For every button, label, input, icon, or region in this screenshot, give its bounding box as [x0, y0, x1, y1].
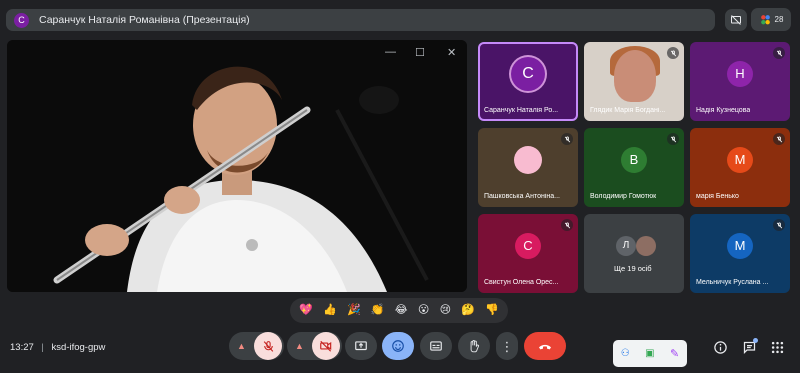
- more-options-button[interactable]: ⋮: [496, 332, 518, 360]
- stop-presenting-button[interactable]: [725, 9, 747, 31]
- participant-name: Саранчук Наталія Ро...: [484, 107, 559, 114]
- meeting-info: 13:27 | ksd-ifog-gpw: [10, 342, 105, 353]
- muted-mic-icon: [773, 219, 785, 231]
- participant-name: Глядик Марія Богдані...: [590, 107, 666, 114]
- activities-button[interactable]: [770, 340, 785, 360]
- companion-apps: ⚇ ▣ ✎: [613, 340, 687, 367]
- participant-count: 28: [774, 15, 784, 24]
- participant-name: Ще 19 осіб: [614, 264, 652, 273]
- reaction-thinking[interactable]: 🤔: [461, 305, 475, 316]
- camera-off-icon: [320, 340, 332, 352]
- reactions-bar: 💖 👍 🎉 👏 😂 😮 😢 🤔 👎: [290, 298, 508, 323]
- close-icon[interactable]: ✕: [447, 46, 456, 59]
- participant-avatar: М: [727, 146, 753, 173]
- apps-grid-icon: [771, 341, 784, 354]
- muted-mic-icon: [773, 47, 785, 59]
- separator: |: [41, 342, 44, 353]
- reaction-clap[interactable]: 👏: [371, 305, 385, 316]
- reaction-sad[interactable]: 😢: [440, 305, 451, 316]
- reaction-laugh[interactable]: 😂: [395, 305, 408, 316]
- flutist-video: [7, 40, 467, 292]
- breakout-icon[interactable]: ⚇: [621, 348, 630, 359]
- participant-photo-avatar: [636, 235, 656, 256]
- reaction-thumbs-up[interactable]: 👍: [323, 305, 337, 316]
- meeting-time: 13:27: [10, 342, 34, 353]
- info-icon: [714, 341, 727, 354]
- participant-photo-avatar: [514, 145, 542, 174]
- participant-avatar: Н: [727, 60, 753, 87]
- maximize-icon[interactable]: ☐: [415, 46, 425, 59]
- emoji-button[interactable]: [382, 332, 414, 360]
- muted-mic-icon: [773, 133, 785, 145]
- reaction-surprised[interactable]: 😮: [418, 305, 429, 316]
- camera-options-chevron-icon[interactable]: ▲: [295, 341, 304, 351]
- participant-tile[interactable]: Пашковська Антоніна...: [478, 128, 578, 207]
- people-icon: [760, 15, 770, 25]
- participant-tile[interactable]: Л Ще 19 осіб: [584, 214, 684, 293]
- presentation-title: Саранчук Наталія Романівна (Презентація): [39, 14, 250, 26]
- more-vert-icon: ⋮: [500, 338, 514, 354]
- participant-avatar: В: [621, 146, 647, 173]
- captions-button[interactable]: [420, 332, 452, 360]
- raise-hand-icon: [470, 339, 479, 353]
- reaction-heart[interactable]: 💖: [299, 305, 313, 316]
- participant-avatar: Л: [616, 235, 636, 256]
- mic-options-chevron-icon[interactable]: ▲: [237, 341, 246, 351]
- participant-name: Володимир Гомотюк: [590, 193, 657, 200]
- participant-tile[interactable]: Н Надія Кузнецова: [690, 42, 790, 121]
- raise-hand-button[interactable]: [458, 332, 490, 360]
- participant-video: [614, 50, 656, 102]
- participant-tile[interactable]: С Саранчук Наталія Ро...: [478, 42, 578, 121]
- chat-button[interactable]: [742, 338, 758, 360]
- participants-button[interactable]: 28: [751, 8, 791, 31]
- reaction-party[interactable]: 🎉: [347, 305, 361, 316]
- whiteboard-icon[interactable]: ▣: [645, 348, 654, 359]
- participant-name: Надія Кузнецова: [696, 107, 751, 114]
- call-end-icon: [539, 344, 551, 350]
- info-button[interactable]: [713, 340, 728, 360]
- muted-mic-icon: [667, 47, 679, 59]
- muted-mic-icon: [561, 133, 573, 145]
- participant-tile[interactable]: Ммарія Бенько: [690, 128, 790, 207]
- presenter-avatar: С: [14, 12, 29, 28]
- participant-name: Свистун Олена Орес...: [484, 279, 559, 286]
- participant-tile[interactable]: М Мельничук Руслана ...: [690, 214, 790, 293]
- participant-name: марія Бенько: [696, 193, 739, 200]
- muted-mic-icon: [667, 133, 679, 145]
- participant-avatar: С: [515, 232, 541, 259]
- mic-off-icon: [263, 340, 273, 352]
- participant-name: Пашковська Антоніна...: [484, 193, 560, 200]
- participant-tile[interactable]: С Свистун Олена Орес...: [478, 214, 578, 293]
- participant-tile[interactable]: В Володимир Гомотюк: [584, 128, 684, 207]
- present-button[interactable]: [345, 332, 377, 360]
- leave-call-button[interactable]: [524, 332, 566, 360]
- muted-mic-icon: [561, 219, 573, 231]
- participant-avatar: М: [727, 232, 753, 259]
- no-present-icon: [731, 15, 741, 25]
- chat-notification-dot: [753, 338, 758, 343]
- mic-toggle-button[interactable]: [254, 332, 282, 360]
- participant-avatar: С: [511, 56, 545, 91]
- main-stage: — ☐ ✕: [7, 40, 467, 292]
- participant-name: Мельничук Руслана ...: [696, 279, 769, 286]
- captions-icon: [430, 341, 442, 351]
- pen-icon[interactable]: ✎: [670, 347, 679, 360]
- meeting-code: ksd-ifog-gpw: [51, 342, 106, 353]
- minimize-icon[interactable]: —: [385, 46, 396, 58]
- reaction-thumbs-down[interactable]: 👎: [485, 305, 499, 316]
- present-icon: [355, 341, 367, 351]
- participant-tile[interactable]: Глядик Марія Богдані...: [584, 42, 684, 121]
- camera-toggle-button[interactable]: [312, 332, 340, 360]
- presentation-bar: С Саранчук Наталія Романівна (Презентаці…: [6, 9, 715, 31]
- emoji-icon: [392, 340, 404, 352]
